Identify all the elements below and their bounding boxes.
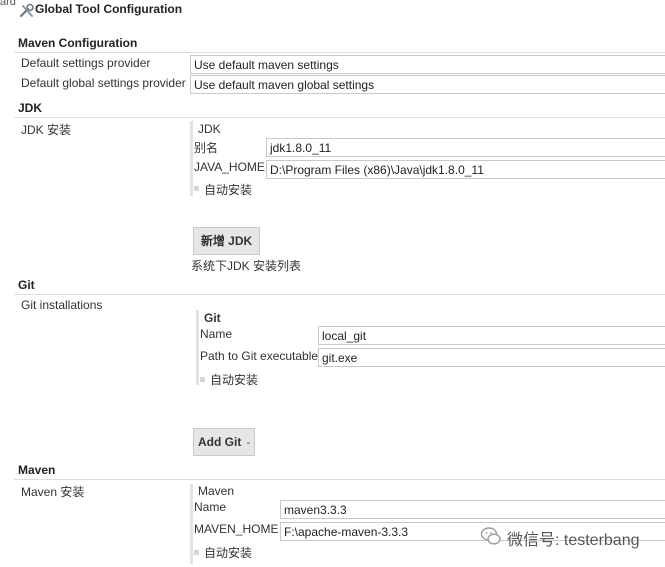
add-git-button[interactable]: Add Git - (193, 428, 255, 456)
maven-block-bar (190, 484, 193, 564)
git-path-label: Path to Git executable (200, 349, 319, 363)
jdk-name-label: 别名 (194, 141, 219, 155)
jdk-auto-install-label: 自动安装 (204, 183, 253, 197)
divider (14, 479, 665, 480)
wechat-icon (480, 525, 502, 547)
jdk-heading: JDK (18, 101, 43, 115)
maven-home-label: MAVEN_HOME (194, 522, 279, 536)
maven-heading: Maven (18, 463, 56, 477)
jdk-auto-install-checkbox[interactable] (194, 186, 199, 191)
java-home-label: JAVA_HOME (194, 160, 265, 174)
git-path-field[interactable]: git.exe (318, 348, 665, 367)
default-global-settings-select[interactable]: Use default maven global settings (190, 75, 665, 94)
git-installations-label: Git installations (21, 298, 103, 312)
divider (14, 294, 665, 295)
jdk-block-bar (190, 121, 193, 196)
git-block-title: Git (204, 311, 221, 325)
add-git-label: Add Git (197, 435, 242, 449)
maven-config-heading: Maven Configuration (18, 36, 138, 50)
maven-name-field[interactable]: maven3.3.3 (280, 500, 665, 519)
default-settings-label: Default settings provider (21, 56, 151, 70)
divider (14, 52, 665, 53)
jdk-name-field[interactable]: jdk1.8.0_11 (266, 138, 665, 157)
git-auto-install-label: 自动安装 (210, 373, 259, 387)
git-name-field[interactable]: local_git (318, 326, 665, 345)
maven-block-title: Maven (198, 484, 235, 498)
git-heading: Git (18, 278, 35, 292)
jdk-installations-label: JDK 安装 (21, 123, 72, 137)
git-name-label: Name (200, 327, 233, 341)
chevron-down-icon: - (246, 438, 250, 449)
jdk-block-title: JDK (198, 122, 221, 136)
default-settings-select[interactable]: Use default maven settings (190, 55, 665, 74)
jdk-list-caption: 系统下JDK 安装列表 (191, 259, 302, 273)
add-jdk-button[interactable]: 新增 JDK (193, 227, 260, 255)
page-title: Global Tool Configuration (35, 2, 183, 16)
git-auto-install-checkbox[interactable] (200, 377, 205, 382)
default-global-settings-label: Default global settings provider (21, 76, 186, 90)
maven-auto-install-checkbox[interactable] (194, 550, 199, 555)
tools-icon (19, 3, 35, 19)
divider (14, 117, 665, 118)
git-block-bar (196, 310, 199, 385)
maven-installations-label: Maven 安装 (21, 485, 85, 499)
watermark-text: 微信号: testerbang (507, 532, 640, 549)
java-home-field[interactable]: D:\Program Files (x86)\Java\jdk1.8.0_11 (266, 160, 665, 179)
maven-auto-install-label: 自动安装 (204, 546, 253, 560)
maven-name-label: Name (194, 500, 227, 514)
corner-text: ard (0, 0, 16, 8)
